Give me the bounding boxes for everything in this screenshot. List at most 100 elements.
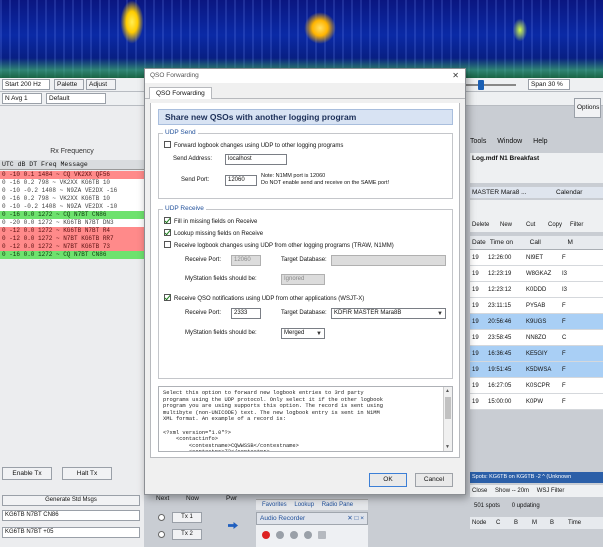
- tab-master[interactable]: MASTER Mara8 ... Calendar: [470, 187, 603, 198]
- spots-col[interactable]: B: [512, 517, 530, 529]
- band-list-row[interactable]: 0 -12 0.0 1272 ~ N7BT KG6TB 73: [0, 243, 144, 251]
- col-mode[interactable]: M: [567, 236, 579, 249]
- col-date[interactable]: Date: [470, 236, 488, 249]
- tab-favorites[interactable]: Favorites: [262, 502, 287, 508]
- receive-port-input-1[interactable]: 12060: [231, 255, 261, 266]
- wsj-filter-button[interactable]: WSJ Filter: [531, 488, 565, 494]
- spots-col[interactable]: B: [548, 517, 566, 529]
- forward-logbook-option[interactable]: Forward logbook changes using UDP to oth…: [164, 141, 343, 149]
- generate-std-msgs-button[interactable]: Generate Std Msgs: [2, 495, 140, 506]
- spots-col[interactable]: C: [494, 517, 512, 529]
- record-icon[interactable]: [262, 531, 270, 539]
- halt-tx-button[interactable]: Halt Tx: [62, 467, 112, 480]
- copy-button[interactable]: Copy: [548, 222, 562, 228]
- tx1-next-radio[interactable]: [158, 514, 165, 521]
- table-row[interactable]: 19 23:58:45 NN8ZO C: [470, 330, 603, 346]
- col-time-on[interactable]: Time on: [490, 236, 528, 249]
- scroll-up-icon[interactable]: ▲: [445, 388, 450, 394]
- table-row[interactable]: 19 23:11:15 PY5AB F: [470, 298, 603, 314]
- calendar-tab-label[interactable]: Calendar: [556, 187, 582, 198]
- menu-help[interactable]: Help: [533, 138, 547, 145]
- enable-tx-button[interactable]: Enable Tx: [2, 467, 52, 480]
- tab-qso-forwarding[interactable]: QSO Forwarding: [149, 87, 212, 99]
- mode-dropdown[interactable]: Default: [46, 93, 106, 104]
- cancel-button[interactable]: Cancel: [415, 473, 453, 487]
- band-list-row[interactable]: 0 -16 0.0 1272 ~ CQ N7BT CN86: [0, 211, 144, 219]
- mystation-select-2[interactable]: Merged ▼: [281, 328, 325, 339]
- lookup-missing-option[interactable]: Lookup missing fields on Receive: [164, 229, 263, 237]
- new-button[interactable]: New: [500, 222, 512, 228]
- n-avg-spinner[interactable]: N Avg 1: [2, 93, 42, 104]
- spots-col[interactable]: Time: [566, 517, 590, 529]
- gain-slider-knob[interactable]: [478, 80, 484, 90]
- fill-missing-option[interactable]: Fill in missing fields on Receive: [164, 217, 257, 225]
- scrollbar-thumb[interactable]: [445, 397, 451, 419]
- band-list-row[interactable]: 0 -10 0.1 1484 ~ CQ VK2XX QF56: [0, 171, 144, 179]
- send-port-input[interactable]: 12060: [225, 175, 257, 186]
- span-spinner[interactable]: Span 30 %: [528, 79, 570, 90]
- start-frequency-spinner[interactable]: Start 200 Hz: [2, 79, 50, 90]
- table-row[interactable]: 19 16:27:05 K0SCPR F: [470, 378, 603, 394]
- close-icon[interactable]: ✕: [452, 69, 459, 83]
- spots-close-button[interactable]: Close: [470, 488, 487, 494]
- cut-button[interactable]: Cut: [526, 222, 535, 228]
- receive-logbook-checkbox[interactable]: [164, 241, 171, 248]
- audio-recorder-window-controls[interactable]: ✕ □ ×: [347, 513, 364, 524]
- folder-icon[interactable]: [318, 531, 326, 539]
- spots-col[interactable]: Node: [470, 517, 494, 529]
- logbook-table[interactable]: 19 12:26:00 NI9ET F 19 12:23:19 W8GKAZ I3 19 12:2…: [470, 250, 603, 410]
- table-row[interactable]: 19 19:51:45 K5DWSA F: [470, 362, 603, 378]
- receive-port-input-2[interactable]: 2333: [231, 308, 261, 319]
- palette-button[interactable]: Palette: [54, 79, 84, 90]
- receive-logbook-option[interactable]: Receive logbook changes using UDP from o…: [164, 241, 394, 249]
- target-db-select-1[interactable]: [331, 255, 446, 266]
- band-list-row[interactable]: 0 -10 -0.2 1408 ~ N9ZA VE2DX -16: [0, 187, 144, 195]
- stop-icon[interactable]: [304, 531, 312, 539]
- band-list-row[interactable]: 0 -12 0.0 1272 ~ KG6TB N7BT R4: [0, 227, 144, 235]
- tx2-button[interactable]: Tx 2: [172, 529, 202, 540]
- menu-tools[interactable]: Tools: [470, 138, 486, 145]
- table-row[interactable]: 19 15:00:00 K0PW F: [470, 394, 603, 410]
- spots-col[interactable]: M: [530, 517, 548, 529]
- help-scrollbar[interactable]: ▲ ▼: [443, 387, 452, 451]
- fill-missing-checkbox[interactable]: [164, 217, 171, 224]
- delete-button[interactable]: Delete: [472, 222, 489, 228]
- col-call[interactable]: Call: [530, 236, 566, 249]
- scroll-down-icon[interactable]: ▼: [445, 444, 450, 450]
- play-icon[interactable]: [276, 531, 284, 539]
- ok-button[interactable]: OK: [369, 473, 407, 487]
- band-list-row[interactable]: 0 -20 0.0 1272 ~ KG6TB N7BT DN3: [0, 219, 144, 227]
- band-list-row[interactable]: 0 -16 0.0 1272 ~ CQ N7BT CN86: [0, 251, 144, 259]
- table-row[interactable]: 19 12:26:00 NI9ET F: [470, 250, 603, 266]
- menu-window[interactable]: Window: [497, 138, 522, 145]
- dialog-titlebar[interactable]: QSO Forwarding ✕: [145, 69, 465, 83]
- gain-slider-track[interactable]: [466, 84, 516, 86]
- forward-logbook-checkbox[interactable]: [164, 141, 171, 148]
- filter-button[interactable]: Filter: [570, 222, 583, 228]
- tab-lookup[interactable]: Lookup: [294, 502, 314, 508]
- tx2-next-radio[interactable]: [158, 531, 165, 538]
- band-list-row[interactable]: 0 -16 0.2 798 ~ VK2XX KG6TB 10: [0, 179, 144, 187]
- table-row[interactable]: 19 12:23:12 K0DDD I3: [470, 282, 603, 298]
- band-list-row[interactable]: 0 -10 -0.2 1408 ~ N9ZA VE2DX -10: [0, 203, 144, 211]
- table-row[interactable]: 19 16:36:45 KE5GIY F: [470, 346, 603, 362]
- help-text-box[interactable]: Select this option to forward new logboo…: [158, 386, 453, 452]
- pause-icon[interactable]: [290, 531, 298, 539]
- receive-qso-checkbox[interactable]: [164, 294, 171, 301]
- mystation-select-1[interactable]: Ignored: [281, 274, 325, 285]
- tx1-button[interactable]: Tx 1: [172, 512, 202, 523]
- tx-message-1[interactable]: KG6TB N7BT CN86: [2, 510, 140, 521]
- send-address-input[interactable]: localhost: [225, 154, 287, 165]
- band-list[interactable]: 0 -10 0.1 1484 ~ CQ VK2XX QF56 0 -16 0.2 …: [0, 171, 144, 259]
- tab-radio-pane[interactable]: Radio Pane: [322, 502, 353, 508]
- lookup-missing-checkbox[interactable]: [164, 229, 171, 236]
- receive-qso-option[interactable]: Receive QSO notifications using UDP from…: [164, 294, 364, 302]
- spots-show-dropdown[interactable]: Show -- 20m: [489, 488, 529, 494]
- adjust-button[interactable]: Adjust: [86, 79, 116, 90]
- options-button[interactable]: Options: [574, 98, 601, 118]
- tx-message-2[interactable]: KG6TB N7BT +05: [2, 527, 140, 538]
- table-row[interactable]: 19 12:23:19 W8GKAZ I3: [470, 266, 603, 282]
- table-row[interactable]: 19 20:56:46 K9UGS F: [470, 314, 603, 330]
- target-db-select-2[interactable]: KDFIR MASTER Mara8B ▼: [331, 308, 446, 319]
- band-list-row[interactable]: 0 -16 0.2 798 ~ VK2XX KG6TB 10: [0, 195, 144, 203]
